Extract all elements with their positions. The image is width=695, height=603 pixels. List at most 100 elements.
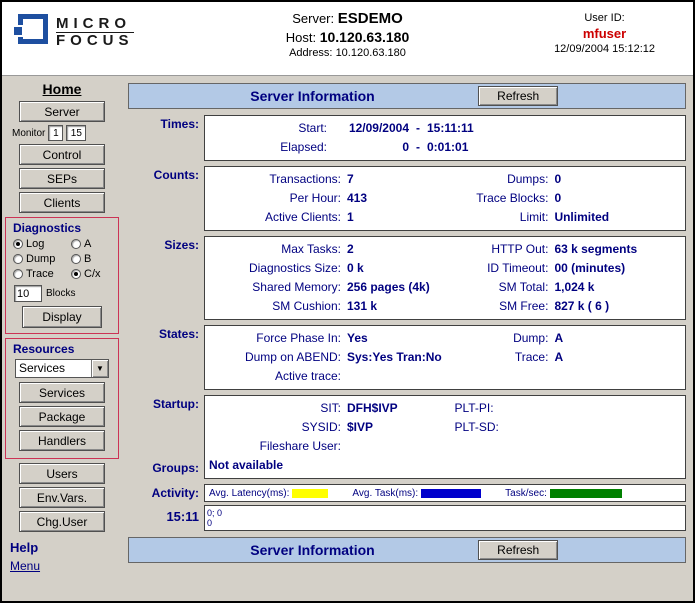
activity-value-line2: 0 xyxy=(207,518,683,528)
chguser-button[interactable]: Chg.User xyxy=(19,511,105,532)
app-window: MICRO FOCUS Server: ESDEMO Host: 10.120.… xyxy=(0,0,695,603)
address-label: Address: xyxy=(289,47,332,59)
panel-title: Server Information xyxy=(250,88,374,104)
radio-b-icon[interactable] xyxy=(71,254,81,264)
sizes-box: Max Tasks:2 Diagnostics Size:0 k Shared … xyxy=(204,236,686,320)
seps-button[interactable]: SEPs xyxy=(19,168,105,189)
radio-cx-icon[interactable] xyxy=(71,269,81,279)
resources-title: Resources xyxy=(13,342,116,356)
stat-transactions: Transactions:7 xyxy=(209,170,454,189)
activity-value-line1: 0; 0 xyxy=(207,508,683,518)
stat-fileshare-user: Fileshare User: xyxy=(209,437,454,456)
server-line: Server: ESDEMO xyxy=(286,10,410,27)
groups-value: Not available xyxy=(209,456,681,475)
elapsed-separator: - xyxy=(409,140,427,154)
stat-sm-total: SM Total:1,024 k xyxy=(454,278,681,297)
counts-label: Counts: xyxy=(128,166,204,231)
menu-link[interactable]: Menu xyxy=(10,559,40,573)
refresh-button-bottom[interactable]: Refresh xyxy=(478,540,558,560)
radio-trace[interactable]: Trace xyxy=(13,268,71,280)
radio-b[interactable]: B xyxy=(71,253,116,265)
package-button[interactable]: Package xyxy=(19,406,105,427)
radio-a-icon[interactable] xyxy=(71,239,81,249)
states-row: States: Force Phase In:Yes Dump on ABEND… xyxy=(128,325,686,390)
activity-row: Activity: Avg. Latency(ms): Avg. Task(ms… xyxy=(128,484,686,502)
radio-log-label: Log xyxy=(26,238,44,250)
resources-dropdown[interactable]: Services ▼ xyxy=(15,359,109,378)
monitor-row: Monitor xyxy=(12,125,122,141)
activity-time: 15:11 xyxy=(128,505,204,531)
activity-sample-row: 15:11 0; 0 0 xyxy=(128,505,686,531)
header: MICRO FOCUS Server: ESDEMO Host: 10.120.… xyxy=(2,2,693,76)
address-value: 10.120.63.180 xyxy=(336,47,406,59)
radio-dump[interactable]: Dump xyxy=(13,253,71,265)
host-label: Host: xyxy=(286,30,316,45)
stat-per-hour: Per Hour:413 xyxy=(209,189,454,208)
stat-force-phase-in: Force Phase In:Yes xyxy=(209,329,454,348)
refresh-button[interactable]: Refresh xyxy=(478,86,558,106)
radio-trace-label: Trace xyxy=(26,268,54,280)
radio-dump-icon[interactable] xyxy=(13,254,23,264)
stat-diagnostics-size: Diagnostics Size:0 k xyxy=(209,259,454,278)
panel-footer-bar: Server Information Refresh xyxy=(128,537,686,563)
envvars-button[interactable]: Env.Vars. xyxy=(19,487,105,508)
user-id-label: User ID: xyxy=(554,12,655,24)
stat-sm-cushion: SM Cushion:131 k xyxy=(209,297,454,316)
radio-log-icon[interactable] xyxy=(13,239,23,249)
times-row: Times: Start:12/09/2004-15:11:11 Elapsed… xyxy=(128,115,686,161)
stat-sm-free: SM Free:827 k ( 6 ) xyxy=(454,297,681,316)
stat-active-clients: Active Clients:1 xyxy=(209,208,454,227)
server-label: Server: xyxy=(292,11,334,26)
resources-dropdown-value: Services xyxy=(16,360,91,377)
chevron-down-icon[interactable]: ▼ xyxy=(91,360,108,377)
handlers-button[interactable]: Handlers xyxy=(19,430,105,451)
stat-dumps: Dumps:0 xyxy=(454,170,681,189)
start-label: Start: xyxy=(209,119,337,138)
radio-trace-icon[interactable] xyxy=(13,269,23,279)
startup-box: SIT:DFH$IVP SYSID:$IVP Fileshare User: P… xyxy=(204,395,686,479)
monitor-count-input[interactable] xyxy=(66,125,86,141)
states-label: States: xyxy=(128,325,204,390)
activity-legend: Avg. Latency(ms): Avg. Task(ms): Task/se… xyxy=(209,488,681,499)
server-information-panel: Server Information Refresh Times: Start:… xyxy=(122,76,693,601)
host-line: Host: 10.120.63.180 xyxy=(286,29,410,45)
microfocus-logo-icon xyxy=(12,14,48,50)
times-box: Start:12/09/2004-15:11:11 Elapsed:0-0:01… xyxy=(204,115,686,161)
stat-sit: SIT:DFH$IVP xyxy=(209,399,454,418)
header-timestamp: 12/09/2004 15:12:12 xyxy=(554,43,655,55)
content-area: Home Server Monitor Control SEPs Clients… xyxy=(2,76,693,601)
stat-plt-pi: PLT-PI: xyxy=(454,399,681,418)
radio-a[interactable]: A xyxy=(71,238,116,250)
user-block: User ID: mfuser 12/09/2004 15:12:12 xyxy=(554,12,655,55)
clients-button[interactable]: Clients xyxy=(19,192,105,213)
radio-log[interactable]: Log xyxy=(13,238,71,250)
states-box: Force Phase In:Yes Dump on ABEND:Sys:Yes… xyxy=(204,325,686,390)
startup-label: Startup: xyxy=(128,397,199,411)
stat-trace-state: Trace:A xyxy=(454,348,681,367)
control-button[interactable]: Control xyxy=(19,144,105,165)
legend-task-sec: Task/sec: xyxy=(505,488,622,499)
start-time: 15:11:11 xyxy=(427,121,474,135)
services-button[interactable]: Services xyxy=(19,382,105,403)
stat-sysid: SYSID:$IVP xyxy=(209,418,454,437)
activity-label: Activity: xyxy=(128,484,204,502)
stat-active-trace: Active trace: xyxy=(209,367,454,386)
display-button[interactable]: Display xyxy=(22,306,102,328)
task-sec-color-swatch xyxy=(550,489,622,498)
elapsed-time-line: Elapsed:0-0:01:01 xyxy=(209,138,681,157)
activity-graph-box: 0; 0 0 xyxy=(204,505,686,531)
address-line: Address: 10.120.63.180 xyxy=(286,47,410,59)
stat-plt-sd: PLT-SD: xyxy=(454,418,681,437)
blocks-label: Blocks xyxy=(46,288,75,299)
times-label: Times: xyxy=(128,115,204,161)
server-button[interactable]: Server xyxy=(19,101,105,122)
resources-group: Resources Services ▼ Services Package Ha… xyxy=(5,338,119,459)
panel-footer-title: Server Information xyxy=(250,542,374,558)
blocks-input[interactable] xyxy=(14,285,42,302)
home-link[interactable]: Home xyxy=(2,81,122,97)
stat-http-out: HTTP Out:63 k segments xyxy=(454,240,681,259)
monitor-interval-input[interactable] xyxy=(48,125,63,141)
users-button[interactable]: Users xyxy=(19,463,105,484)
radio-cx[interactable]: C/x xyxy=(71,268,116,280)
logo-wordmark: MICRO FOCUS xyxy=(56,16,134,49)
